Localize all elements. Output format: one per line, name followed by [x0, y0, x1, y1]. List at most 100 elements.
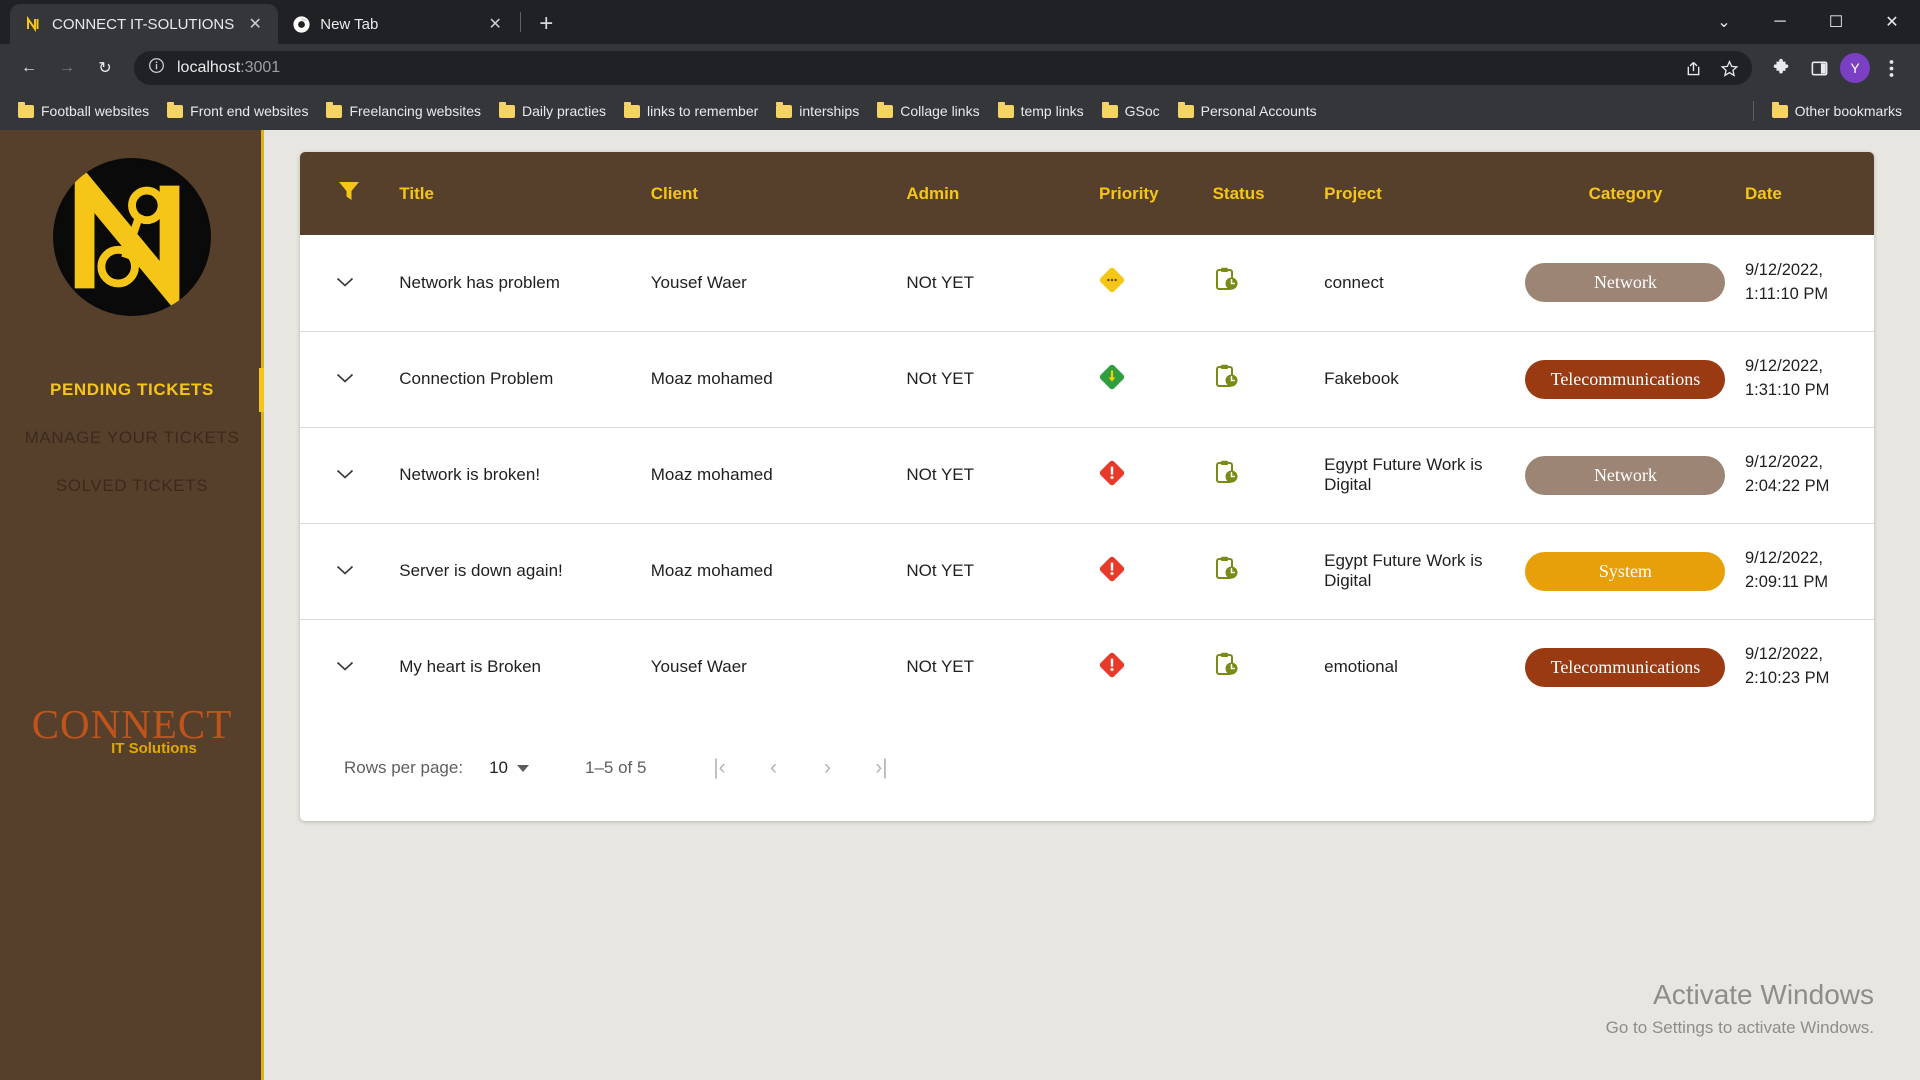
other-bookmarks-button[interactable]: Other bookmarks: [1764, 99, 1910, 123]
table-row[interactable]: Network is broken! Moaz mohamed NOt YET Egy…: [300, 427, 1874, 523]
cell-date: 9/12/2022, 1:31:10 PM: [1737, 331, 1874, 427]
row-expand-cell[interactable]: [300, 523, 391, 619]
share-icon[interactable]: [1676, 51, 1710, 85]
address-bar[interactable]: localhost:3001: [134, 51, 1752, 85]
sidebar-item-pending-tickets[interactable]: PENDING TICKETS: [0, 366, 264, 414]
info-circle-icon[interactable]: [148, 57, 165, 79]
bookmark-item[interactable]: Daily practies: [491, 99, 614, 123]
sidebar-rail: [261, 130, 264, 1080]
date-line-1: 9/12/2022,: [1745, 260, 1823, 279]
bookmark-item[interactable]: interships: [768, 99, 867, 123]
bookmark-item[interactable]: Collage links: [869, 99, 987, 123]
priority-low-icon: [1099, 364, 1125, 390]
tab-search-icon[interactable]: ⌄: [1696, 0, 1752, 44]
table-row[interactable]: Network has problem Yousef Waer NOt YET con…: [300, 235, 1874, 331]
date-line-2: 1:31:10 PM: [1745, 381, 1830, 399]
next-page-button[interactable]: ›: [808, 749, 846, 787]
clipboard-clock-icon: [1213, 651, 1239, 679]
browser-tab-connect[interactable]: CONNECT IT-SOLUTIONS ✕: [10, 4, 279, 44]
forward-icon[interactable]: →: [50, 51, 84, 85]
chevron-down-icon: [517, 764, 529, 772]
star-icon[interactable]: [1712, 51, 1746, 85]
column-category[interactable]: Category: [1514, 152, 1737, 235]
folder-icon: [326, 101, 343, 118]
row-expand-cell[interactable]: [300, 427, 391, 523]
cell-priority: [1091, 331, 1205, 427]
bookmark-item[interactable]: Front end websites: [159, 99, 316, 123]
url-host: localhost: [177, 59, 241, 76]
sidebar-item-manage-your-tickets[interactable]: MANAGE YOUR TICKETS: [0, 414, 264, 462]
column-admin[interactable]: Admin: [898, 152, 1091, 235]
cell-title: Network has problem: [399, 272, 560, 292]
pagination-range: 1–5 of 5: [585, 758, 647, 777]
prev-page-button[interactable]: ‹: [754, 749, 792, 787]
folder-icon: [1101, 101, 1118, 118]
window-close-button[interactable]: ✕: [1864, 0, 1920, 44]
table-row[interactable]: Server is down again! Moaz mohamed NOt YET…: [300, 523, 1874, 619]
folder-icon: [1177, 101, 1194, 118]
cell-date: 9/12/2022, 2:10:23 PM: [1737, 619, 1874, 715]
reload-icon[interactable]: ↻: [88, 51, 122, 85]
chevron-down-icon[interactable]: [336, 466, 354, 483]
priority-high-icon: [1099, 556, 1125, 582]
row-expand-cell[interactable]: [300, 331, 391, 427]
chevron-down-icon[interactable]: [336, 274, 354, 291]
column-priority[interactable]: Priority: [1091, 152, 1205, 235]
table-pagination: Rows per page: 10 1–5 of 5 |‹ ‹ › ›|: [300, 715, 1874, 821]
watermark-subtitle: Go to Settings to activate Windows.: [1605, 1018, 1874, 1037]
cell-project: emotional: [1324, 657, 1398, 677]
filter-header[interactable]: [300, 152, 391, 235]
back-icon[interactable]: ←: [12, 51, 46, 85]
folder-icon: [776, 101, 793, 118]
column-date[interactable]: Date: [1737, 152, 1874, 235]
bookmark-item[interactable]: links to remember: [616, 99, 766, 123]
table-row[interactable]: Connection Problem Moaz mohamed NOt YET Fak…: [300, 331, 1874, 427]
new-tab-button[interactable]: +: [529, 7, 563, 41]
bookmark-item[interactable]: GSoc: [1094, 99, 1168, 123]
chevron-down-icon[interactable]: [336, 562, 354, 579]
maximize-button[interactable]: ☐: [1808, 0, 1864, 44]
row-expand-cell[interactable]: [300, 619, 391, 715]
chevron-down-icon[interactable]: [336, 370, 354, 387]
kebab-menu-icon[interactable]: [1874, 51, 1908, 85]
chrome-icon: [292, 15, 310, 33]
first-page-button[interactable]: |‹: [700, 749, 738, 787]
close-icon[interactable]: ✕: [244, 13, 266, 35]
sidebar-nav: PENDING TICKETS MANAGE YOUR TICKETS SOLV…: [0, 366, 264, 510]
last-page-button[interactable]: ›|: [862, 749, 900, 787]
cell-title: Connection Problem: [399, 369, 554, 388]
bookmark-item[interactable]: temp links: [990, 99, 1092, 123]
bookmark-item[interactable]: Freelancing websites: [318, 99, 489, 123]
chevron-down-icon[interactable]: [336, 658, 354, 675]
filter-funnel-icon[interactable]: [336, 182, 362, 208]
date-line-2: 2:09:11 PM: [1745, 573, 1829, 591]
status-badge: Network: [1525, 263, 1726, 303]
folder-icon: [997, 101, 1014, 118]
column-project[interactable]: Project: [1316, 152, 1514, 235]
bookmark-item[interactable]: Football websites: [10, 99, 157, 123]
cell-priority: [1091, 619, 1205, 715]
rows-per-page-select[interactable]: 10: [489, 758, 529, 778]
status-badge: Telecommunications: [1525, 647, 1726, 687]
minimize-button[interactable]: ─: [1752, 0, 1808, 44]
close-icon[interactable]: ✕: [484, 13, 506, 35]
row-expand-cell[interactable]: [300, 235, 391, 331]
column-title[interactable]: Title: [391, 152, 643, 235]
cell-category: Network: [1514, 427, 1737, 523]
column-client[interactable]: Client: [643, 152, 899, 235]
puzzle-icon[interactable]: [1764, 51, 1798, 85]
cell-date: 9/12/2022, 2:09:11 PM: [1737, 523, 1874, 619]
bookmark-item[interactable]: Personal Accounts: [1170, 99, 1325, 123]
clipboard-clock-icon: [1213, 555, 1239, 583]
sidebar-item-solved-tickets[interactable]: SOLVED TICKETS: [0, 462, 264, 510]
column-status[interactable]: Status: [1205, 152, 1317, 235]
cell-title: My heart is Broken: [399, 657, 541, 677]
cell-client: Yousef Waer: [650, 657, 747, 677]
table-row[interactable]: My heart is Broken Yousef Waer NOt YET emot…: [300, 619, 1874, 715]
cell-client: Moaz mohamed: [650, 369, 773, 388]
side-panel-icon[interactable]: [1802, 51, 1836, 85]
folder-icon: [624, 101, 641, 118]
activate-windows-watermark: Activate Windows Go to Settings to activ…: [1606, 979, 1874, 1038]
profile-avatar[interactable]: Y: [1840, 53, 1870, 83]
browser-tab-newtab[interactable]: New Tab ✕: [278, 4, 518, 44]
